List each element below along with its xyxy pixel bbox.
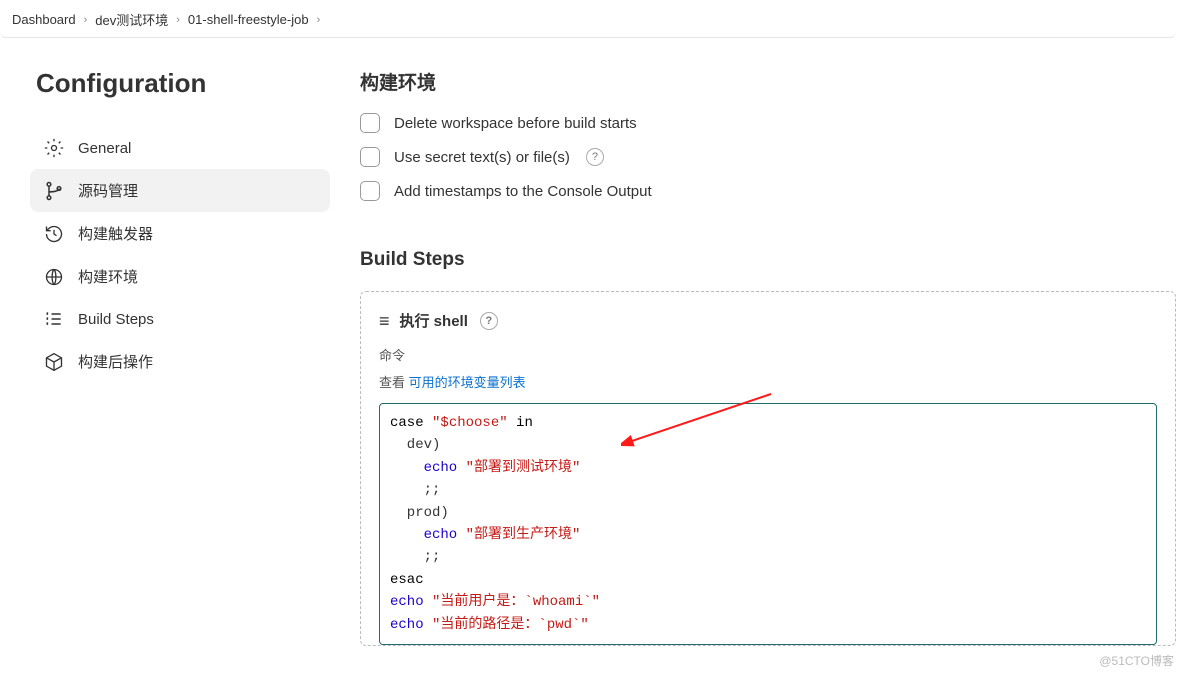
checkbox-timestamps[interactable] bbox=[360, 181, 380, 201]
checkbox-label: Delete workspace before build starts bbox=[394, 115, 637, 132]
sidebar-item-label: General bbox=[78, 140, 131, 157]
gear-icon bbox=[44, 138, 64, 158]
checkbox-delete-workspace[interactable] bbox=[360, 113, 380, 133]
sidebar: Configuration General 源码管理 构建触发器 构建环境 Bu… bbox=[30, 68, 330, 646]
drag-handle-icon[interactable]: ≡ bbox=[379, 312, 390, 330]
breadcrumb: Dashboard › dev测试环境 › 01-shell-freestyle… bbox=[0, 2, 1176, 38]
section-title-build-env: 构建环境 bbox=[360, 68, 1176, 95]
sidebar-item-general[interactable]: General bbox=[30, 127, 330, 169]
step-header: ≡ 执行 shell ? bbox=[379, 310, 1157, 331]
sidebar-item-label: 构建环境 bbox=[78, 266, 138, 287]
shell-command-input[interactable]: case "$choose" in dev) echo "部署到测试环境" ;;… bbox=[379, 403, 1157, 645]
sidebar-item-label: 源码管理 bbox=[78, 180, 138, 201]
page-title: Configuration bbox=[30, 68, 330, 99]
step-title: 执行 shell bbox=[400, 310, 468, 331]
globe-icon bbox=[44, 267, 64, 287]
help-icon[interactable]: ? bbox=[480, 312, 498, 330]
breadcrumb-item[interactable]: 01-shell-freestyle-job bbox=[188, 12, 309, 27]
sidebar-item-triggers[interactable]: 构建触发器 bbox=[30, 212, 330, 255]
checkbox-row: Use secret text(s) or file(s) ? bbox=[360, 147, 1176, 167]
chevron-right-icon: › bbox=[176, 14, 180, 26]
checkbox-secret-text[interactable] bbox=[360, 147, 380, 167]
sidebar-item-label: Build Steps bbox=[78, 311, 154, 328]
checkbox-label: Use secret text(s) or file(s) bbox=[394, 149, 570, 166]
breadcrumb-item[interactable]: dev测试环境 bbox=[95, 10, 168, 29]
main-content: 构建环境 Delete workspace before build start… bbox=[360, 68, 1184, 646]
sidebar-item-build-env[interactable]: 构建环境 bbox=[30, 255, 330, 298]
checkbox-label: Add timestamps to the Console Output bbox=[394, 183, 652, 200]
list-icon bbox=[44, 309, 64, 329]
branch-icon bbox=[44, 181, 64, 201]
build-step-card: ≡ 执行 shell ? 命令 查看 可用的环境变量列表 case "$choo… bbox=[360, 291, 1176, 646]
sidebar-item-post-build[interactable]: 构建后操作 bbox=[30, 340, 330, 383]
watermark: @51CTO博客 bbox=[1099, 652, 1174, 669]
env-vars-hint: 查看 可用的环境变量列表 bbox=[379, 372, 1157, 391]
package-icon bbox=[44, 352, 64, 372]
sidebar-item-build-steps[interactable]: Build Steps bbox=[30, 298, 330, 340]
chevron-right-icon: › bbox=[317, 14, 321, 26]
sidebar-item-label: 构建后操作 bbox=[78, 351, 153, 372]
checkbox-row: Add timestamps to the Console Output bbox=[360, 181, 1176, 201]
breadcrumb-item[interactable]: Dashboard bbox=[12, 12, 76, 27]
section-title-build-steps: Build Steps bbox=[360, 249, 1176, 271]
chevron-right-icon: › bbox=[84, 14, 88, 26]
env-vars-link[interactable]: 可用的环境变量列表 bbox=[409, 375, 526, 390]
command-label: 命令 bbox=[379, 345, 1157, 364]
checkbox-row: Delete workspace before build starts bbox=[360, 113, 1176, 133]
sidebar-item-label: 构建触发器 bbox=[78, 223, 153, 244]
sidebar-item-scm[interactable]: 源码管理 bbox=[30, 169, 330, 212]
help-icon[interactable]: ? bbox=[586, 148, 604, 166]
history-icon bbox=[44, 224, 64, 244]
